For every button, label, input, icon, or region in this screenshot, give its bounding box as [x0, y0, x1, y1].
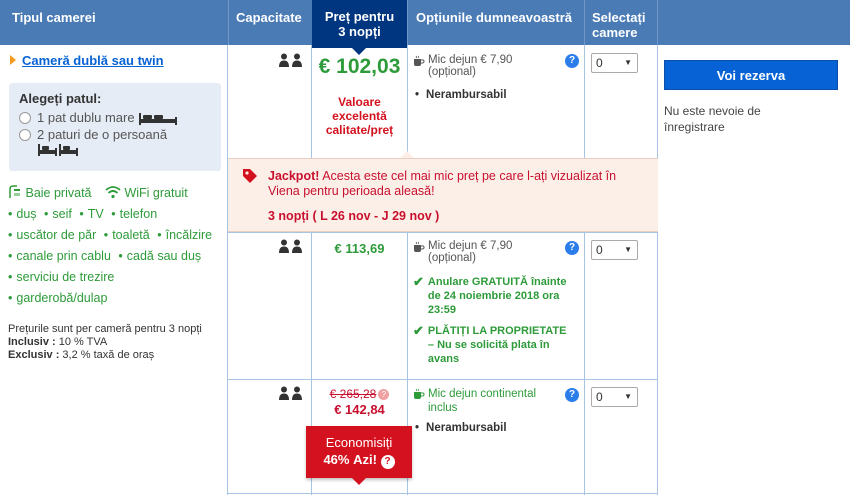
coffee-cup-icon — [413, 55, 425, 70]
savings-help-icon[interactable]: ? — [380, 455, 395, 469]
facility-item: cadă sau duș — [118, 246, 201, 267]
price-row-2: € 113,69 — [334, 241, 385, 256]
facility-private-bath: Baie privată — [8, 183, 92, 204]
bed-choice-box: Alegeți patul: 1 pat dublu mare 2 paturi… — [9, 83, 221, 171]
savings-suffix: Azi! — [353, 452, 377, 467]
help-icon[interactable]: ? — [565, 54, 579, 68]
bed-option-twin[interactable]: 2 paturi de o persoană — [19, 126, 211, 143]
policy-row-3: Nerambursabil — [415, 422, 507, 434]
breakfast-label-row-3: Mic dejun continental inclus — [428, 388, 537, 414]
room-quantity-select-row-3[interactable]: 0 — [591, 387, 638, 407]
facility-item: serviciu de trezire — [8, 267, 114, 288]
inclusive-label: Inclusiv : — [8, 336, 56, 348]
pay-at-property: ✔ PLĂTIȚI LA PROPRIETATE – Nu se solicit… — [413, 324, 573, 366]
bed-option-double-label: 1 pat dublu mare — [37, 110, 135, 125]
breakfast-option-row-2: Mic dejun € 7,90 (opțional) — [413, 240, 573, 264]
inclusive-value: 10 % TVA — [58, 336, 108, 348]
breakfast-note-row-2: (opțional) — [428, 252, 476, 264]
help-icon[interactable]: ? — [565, 241, 579, 255]
facility-item: uscător de păr — [8, 225, 96, 246]
jackpot-pointer — [400, 151, 414, 158]
price-tag-icon — [242, 168, 258, 187]
jackpot-label: Jackpot! — [268, 169, 320, 183]
radio-twin-beds[interactable] — [19, 128, 31, 141]
room-quantity-select-row-2[interactable]: 0 — [591, 240, 638, 260]
savings-badge-pointer — [352, 478, 366, 485]
facility-item: telefon — [111, 204, 158, 225]
facility-item: încălzire — [157, 225, 213, 246]
exclusive-value: 3,2 % taxă de oraș — [62, 349, 155, 361]
header-room-type: Tipul camerei — [12, 10, 96, 25]
header-price: Preț pentru 3 nopți — [312, 0, 407, 55]
price-note-text: Prețurile sunt per cameră pentru 3 nopți — [8, 323, 202, 335]
coffee-cup-icon — [413, 388, 425, 415]
header-capacity: Capacitate — [236, 10, 302, 25]
breakfast-option-row-3: Mic dejun continental inclus — [413, 387, 563, 415]
jackpot-text: Acesta este cel mai mic preț pe care l-a… — [268, 169, 617, 198]
check-icon: ✔ — [413, 323, 424, 338]
free-cancellation: ✔ Anulare GRATUITĂ înainte de 24 noiembr… — [413, 275, 573, 317]
bed-option-double[interactable]: 1 pat dublu mare — [19, 109, 211, 126]
price-row-1: € 102,03 — [318, 55, 401, 78]
facility-item: garderobă/dulap — [8, 288, 107, 309]
facility-wifi-label: WiFi gratuit — [124, 186, 188, 200]
breakfast-label-row-1: Mic dejun € 7,90 — [428, 54, 513, 66]
facility-item: toaletă — [104, 225, 150, 246]
facility-wifi: WiFi gratuit — [105, 183, 188, 204]
facilities-list: Baie privată WiFi gratuit duș seif TV te… — [8, 183, 228, 309]
exclusive-label: Exclusiv : — [8, 349, 60, 361]
occupancy-two-persons-icon — [278, 386, 304, 403]
reserve-button[interactable]: Voi rezerva — [664, 60, 838, 90]
breakfast-label-row-2: Mic dejun € 7,90 — [428, 240, 513, 252]
pay-at-property-text: PLĂTIȚI LA PROPRIETATE – Nu se solicită … — [427, 325, 567, 365]
twin-beds-icon-row — [19, 143, 211, 161]
no-registration-note: Nu este nevoie de înregistrare — [664, 104, 761, 134]
facility-item: TV — [79, 204, 104, 225]
room-name-link[interactable]: Cameră dublă sau twin — [10, 53, 164, 68]
breakfast-option-row-1: Mic dejun € 7,90 (opțional) — [413, 54, 573, 78]
header-select-line2: camere — [592, 25, 638, 40]
help-icon[interactable]: ? — [565, 388, 579, 402]
occupancy-two-persons-icon — [278, 239, 304, 256]
header-select-rooms: Selectați camere — [592, 10, 645, 40]
bed-choice-title: Alegeți patul: — [19, 91, 102, 106]
value-label: Valoare excelentă calitate/preț — [325, 95, 394, 137]
header-price-line2: 3 nopți — [338, 24, 381, 39]
room-quantity-select-row-1[interactable]: 0 — [591, 53, 638, 73]
header-select-line1: Selectați — [592, 10, 646, 25]
radio-double-bed[interactable] — [19, 111, 31, 124]
breakfast-note-row-1: (opțional) — [428, 66, 476, 78]
facility-private-bath-label: Baie privată — [25, 186, 92, 200]
shower-icon — [8, 185, 22, 200]
twin-beds-icon — [37, 143, 79, 161]
wifi-icon — [105, 186, 121, 200]
jackpot-dates: 3 nopți ( L 26 nov - J 29 nov ) — [268, 209, 440, 223]
jackpot-banner: Jackpot! Acesta este cel mai mic preț pe… — [228, 158, 658, 232]
savings-label: Economisiți — [325, 435, 393, 450]
table-header: Tipul camerei Capacitate Preț pentru 3 n… — [0, 0, 850, 55]
double-bed-icon — [138, 109, 178, 126]
price-note: Prețurile sunt per cameră pentru 3 nopți… — [8, 323, 202, 362]
original-price-text: € 265,28 — [329, 387, 377, 401]
facility-item: duș — [8, 204, 36, 225]
occupancy-two-persons-icon — [278, 53, 304, 70]
header-price-line1: Preț pentru — [324, 9, 395, 24]
price-info-icon[interactable]: ? — [378, 389, 390, 400]
savings-badge: Economisiți 46% Azi! ? — [306, 426, 412, 478]
coffee-cup-icon — [413, 241, 425, 256]
savings-percent: 46% — [323, 452, 350, 467]
policy-row-1: Nerambursabil — [415, 89, 507, 101]
price-row-3: € 142,84 — [334, 402, 385, 417]
facility-item: canale prin cablu — [8, 246, 111, 267]
jackpot-message: Jackpot! Acesta este cel mai mic preț pe… — [268, 169, 648, 199]
check-icon: ✔ — [413, 274, 424, 289]
bed-option-twin-label: 2 paturi de o persoană — [37, 127, 168, 142]
header-options: Opțiunile dumneavoastră — [416, 10, 573, 25]
original-price-row-3: € 265,28? — [312, 387, 407, 401]
facility-item: seif — [44, 204, 71, 225]
free-cancellation-text: Anulare GRATUITĂ înainte de 24 noiembrie… — [427, 276, 567, 316]
